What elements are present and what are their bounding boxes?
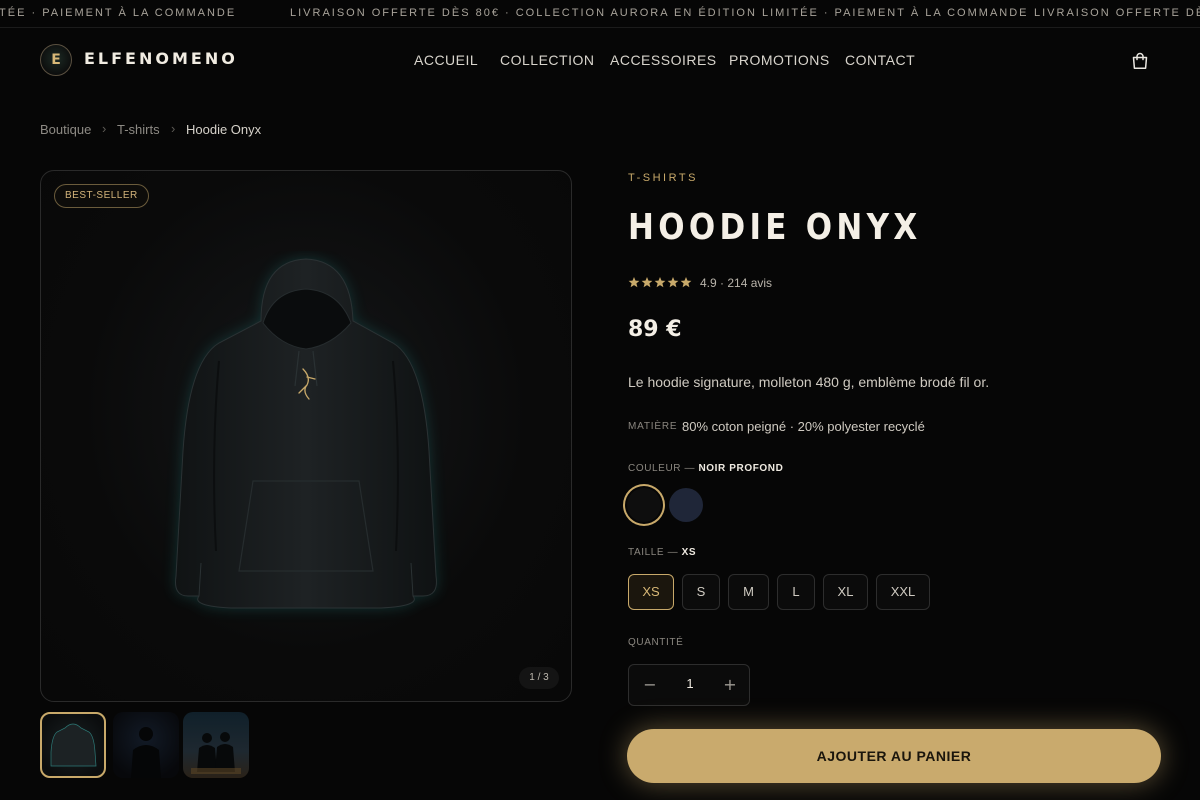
minus-icon[interactable]: − xyxy=(639,674,661,696)
nav-contact[interactable]: CONTACT xyxy=(845,52,915,68)
size-option-m[interactable]: M xyxy=(728,574,769,610)
nav-accueil[interactable]: ACCUEIL xyxy=(414,52,478,68)
group-thumbnail-image xyxy=(191,732,241,774)
thumbnail-2[interactable] xyxy=(113,712,179,778)
announcement-text: LIVRAISON OFFERTE DÈS 80€ · COLLECTION A… xyxy=(290,7,1029,19)
material-value: 80% coton peigné · 20% polyester recyclé xyxy=(682,419,925,434)
site-header: E ELFENOMENO ACCUEIL COLLECTION ACCESSOI… xyxy=(0,28,1200,92)
logo-letter: E xyxy=(51,52,61,68)
rating-text[interactable]: 4.9 · 214 avis xyxy=(700,276,772,290)
image-counter: 1 / 3 xyxy=(519,667,559,689)
hoodie-thumbnail-image xyxy=(50,723,97,767)
size-value: XS xyxy=(681,547,697,558)
color-label: COULEUR — NOIR PROFOND xyxy=(628,463,784,474)
breadcrumb-tshirts[interactable]: T-shirts xyxy=(117,122,160,137)
size-option-s[interactable]: S xyxy=(682,574,720,610)
size-option-xxl[interactable]: XXL xyxy=(876,574,930,610)
product-image-main[interactable]: BEST-SELLER 1 / 3 xyxy=(40,170,572,702)
model-thumbnail-image xyxy=(131,727,161,778)
product-price: 89 € xyxy=(628,317,682,342)
chevron-right-icon: › xyxy=(102,121,107,136)
plus-icon[interactable]: + xyxy=(719,674,741,696)
color-swatch-noir[interactable] xyxy=(627,488,661,522)
size-option-xs[interactable]: XS xyxy=(628,574,674,610)
breadcrumb-current: Hoodie Onyx xyxy=(186,122,262,137)
nav-collection[interactable]: COLLECTION xyxy=(500,52,594,68)
material-label: MATIÈRE xyxy=(628,421,678,432)
size-option-l[interactable]: L xyxy=(777,574,815,610)
bestseller-badge: BEST-SELLER xyxy=(54,184,149,208)
star-rating-icon xyxy=(628,277,692,288)
breadcrumb-boutique[interactable]: Boutique xyxy=(40,122,91,137)
announcement-text: ITÉE · PAIEMENT À LA COMMANDE xyxy=(0,7,237,19)
nav-promotions[interactable]: PROMOTIONS xyxy=(729,52,830,68)
announcement-text: LIVRAISON OFFERTE DÈ xyxy=(1034,7,1200,19)
thumbnail-3[interactable] xyxy=(183,712,249,778)
announcement-bar: ITÉE · PAIEMENT À LA COMMANDE LIVRAISON … xyxy=(0,0,1200,28)
product-description: Le hoodie signature, molleton 480 g, emb… xyxy=(628,374,990,390)
add-to-cart-button[interactable]: AJOUTER AU PANIER xyxy=(627,729,1161,783)
thumbnail-1[interactable] xyxy=(40,712,106,778)
color-value: NOIR PROFOND xyxy=(698,463,784,474)
product-title: HOODIE ONYX xyxy=(628,207,922,248)
quantity-stepper: − 1 + xyxy=(628,664,750,706)
product-category[interactable]: T-SHIRTS xyxy=(628,172,698,184)
size-option-xl[interactable]: XL xyxy=(823,574,868,610)
nav-accessoires[interactable]: ACCESSOIRES xyxy=(610,52,717,68)
size-label: TAILLE — XS xyxy=(628,547,697,558)
shopping-bag-icon[interactable] xyxy=(1130,51,1150,71)
hoodie-image xyxy=(175,258,437,609)
color-swatch-navy[interactable] xyxy=(669,488,703,522)
brand-name[interactable]: ELFENOMENO xyxy=(84,49,238,68)
quantity-value[interactable]: 1 xyxy=(679,676,701,691)
chevron-right-icon: › xyxy=(171,121,176,136)
quantity-label: QUANTITÉ xyxy=(628,637,684,648)
logo-mark[interactable]: E xyxy=(40,44,72,76)
